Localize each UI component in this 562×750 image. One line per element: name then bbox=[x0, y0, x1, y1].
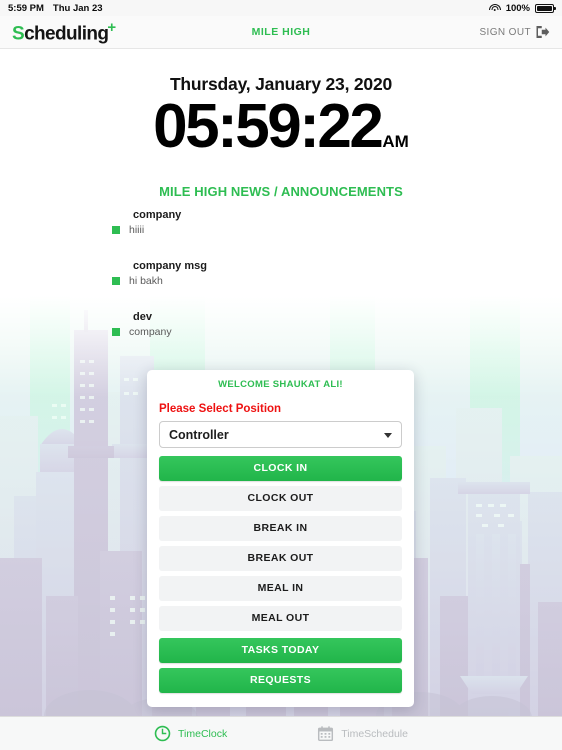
app-header: Scheduling+ MILE HIGH SIGN OUT bbox=[0, 16, 562, 49]
sign-out-button[interactable]: SIGN OUT bbox=[479, 25, 550, 39]
bullet-square-icon bbox=[112, 226, 120, 234]
tab-timeclock-label: TimeClock bbox=[178, 727, 228, 740]
bottom-tab-bar: TimeClock TimeSchedule bbox=[0, 716, 562, 750]
position-select-label: Please Select Position bbox=[159, 403, 282, 415]
clock-meridiem: AM bbox=[382, 132, 409, 151]
sign-out-label: SIGN OUT bbox=[479, 26, 531, 38]
ios-status-bar: 5:59 PM Thu Jan 23 100% bbox=[0, 0, 562, 16]
position-select-value: Controller bbox=[169, 427, 229, 442]
welcome-message: WELCOME SHAUKAT ALI! bbox=[218, 379, 343, 390]
tab-timeclock[interactable]: TimeClock bbox=[154, 725, 227, 742]
clock-action-card: WELCOME SHAUKAT ALI! Please Select Posit… bbox=[147, 370, 414, 707]
status-bar-right: 100% bbox=[488, 2, 556, 14]
requests-button[interactable]: REQUESTS bbox=[159, 668, 402, 693]
clock-out-button[interactable]: CLOCK OUT bbox=[159, 486, 402, 511]
battery-full-icon bbox=[535, 3, 556, 13]
current-time-display: 05:59:22AM bbox=[0, 96, 562, 158]
announcement-body: company bbox=[129, 326, 172, 338]
tab-timeschedule[interactable]: TimeSchedule bbox=[317, 725, 408, 742]
wifi-icon bbox=[488, 3, 501, 13]
announcement-title: company msg bbox=[133, 260, 207, 272]
clock-time: 05:59:22 bbox=[153, 92, 384, 161]
app-logo[interactable]: Scheduling+ bbox=[12, 20, 116, 43]
status-bar-date: Thu Jan 23 bbox=[52, 2, 103, 14]
announcement-title: company bbox=[133, 209, 182, 221]
meal-in-button[interactable]: MEAL IN bbox=[159, 576, 402, 601]
list-item: company msg hi bakh bbox=[112, 260, 472, 287]
bullet-square-icon bbox=[112, 277, 120, 285]
main-content: Thursday, January 23, 2020 05:59:22AM MI… bbox=[0, 49, 562, 716]
meal-out-button[interactable]: MEAL OUT bbox=[159, 606, 402, 631]
announcement-body: hi bakh bbox=[129, 275, 163, 287]
announcements-list: company hiiii company msg hi bakh dev co… bbox=[112, 209, 472, 362]
tasks-today-button[interactable]: TASKS TODAY bbox=[159, 638, 402, 663]
chevron-down-icon bbox=[384, 432, 392, 438]
break-in-button[interactable]: BREAK IN bbox=[159, 516, 402, 541]
list-item: dev company bbox=[112, 311, 472, 338]
break-out-button[interactable]: BREAK OUT bbox=[159, 546, 402, 571]
calendar-icon bbox=[318, 726, 334, 742]
logo-plus-icon: + bbox=[107, 19, 116, 37]
tab-timeschedule-label: TimeSchedule bbox=[341, 727, 408, 740]
news-section-heading: MILE HIGH NEWS / ANNOUNCEMENTS bbox=[159, 184, 403, 199]
clock-icon bbox=[154, 725, 171, 742]
app-root: 5:59 PM Thu Jan 23 100% Scheduling+ MILE… bbox=[0, 0, 562, 750]
position-select[interactable]: Controller bbox=[159, 421, 402, 448]
battery-percent-label: 100% bbox=[505, 2, 530, 14]
bullet-square-icon bbox=[112, 328, 120, 336]
clock-in-button[interactable]: CLOCK IN bbox=[159, 456, 402, 481]
sign-out-icon bbox=[536, 26, 550, 38]
logo-word: cheduling bbox=[24, 23, 109, 45]
announcement-body: hiiii bbox=[129, 224, 145, 236]
status-bar-left: 5:59 PM Thu Jan 23 bbox=[8, 3, 103, 14]
logo-initial: S bbox=[12, 23, 25, 45]
announcement-title: dev bbox=[133, 311, 152, 323]
status-bar-time: 5:59 PM bbox=[8, 2, 44, 14]
list-item: company hiiii bbox=[112, 209, 472, 236]
